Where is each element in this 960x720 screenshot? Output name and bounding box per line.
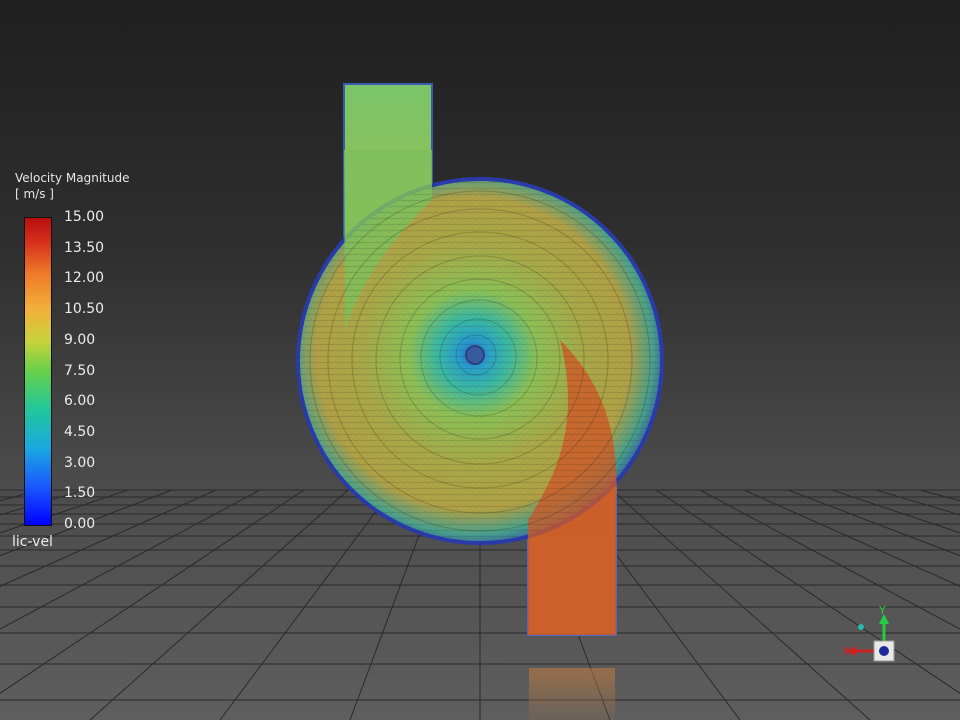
impeller-eye bbox=[465, 345, 485, 365]
axis-z-marker bbox=[879, 646, 889, 656]
color-legend: Velocity Magnitude [ m/s ] 15.00 13.50 12.… bbox=[12, 170, 152, 560]
axis-x-label: X bbox=[842, 645, 850, 658]
colorbar-tick-label: 15.00 bbox=[64, 209, 105, 225]
outlet-reflection bbox=[529, 668, 615, 720]
colorbar-tick-label: 1.50 bbox=[64, 485, 96, 502]
legend-title: Velocity Magnitude bbox=[15, 171, 130, 185]
colorbar-tick-label: 9.00 bbox=[64, 331, 96, 348]
legend-unit: [ m/s ] bbox=[15, 187, 54, 201]
colorbar-tick-label: 12.00 bbox=[64, 270, 105, 287]
colorbar bbox=[24, 217, 52, 526]
axis-y-label: Y bbox=[878, 604, 886, 617]
colorbar-tick-label: 10.50 bbox=[64, 301, 105, 318]
legend-variable-name: lic-vel bbox=[12, 534, 53, 550]
colorbar-tick-label: 3.00 bbox=[64, 454, 96, 471]
colorbar-tick-label: 7.50 bbox=[64, 362, 96, 379]
colorbar-tick-label: 4.50 bbox=[64, 423, 96, 440]
colorbar-tick-label: 13.50 bbox=[64, 239, 105, 256]
colorbar-tick-label: 0.00 bbox=[64, 516, 96, 532]
light-marker bbox=[858, 624, 864, 630]
colorbar-tick-label: 6.00 bbox=[64, 393, 96, 410]
